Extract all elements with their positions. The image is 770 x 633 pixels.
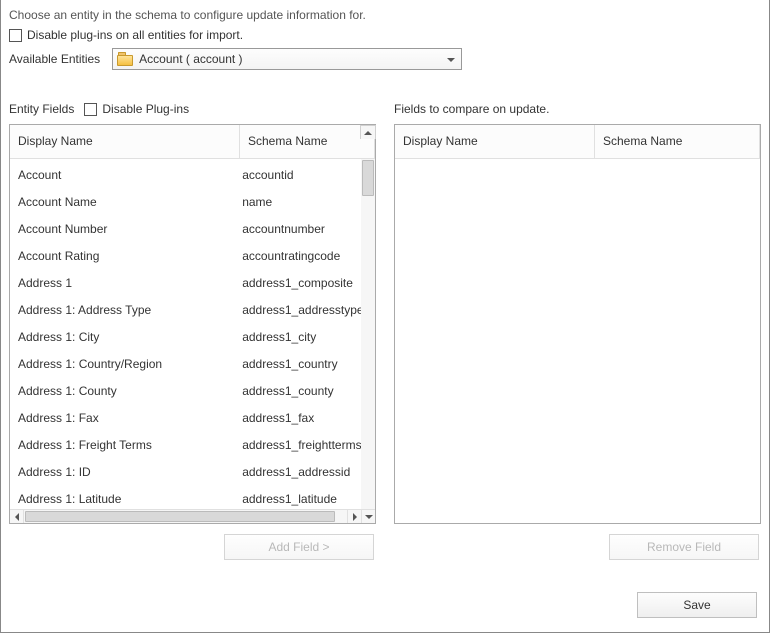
disable-plugins-checkbox[interactable]	[84, 103, 97, 116]
table-row[interactable]: Address 1: Countyaddress1_county	[10, 377, 361, 404]
cell-schema-name: address1_fax	[234, 411, 361, 425]
table-row[interactable]: Accountaccountid	[10, 161, 361, 188]
cell-schema-name: address1_freighttermscod	[234, 438, 361, 452]
remove-field-row: Remove Field	[394, 524, 761, 560]
disable-all-label: Disable plug-ins on all entities for imp…	[27, 28, 243, 42]
table-row[interactable]: Address 1: IDaddress1_addressid	[10, 458, 361, 485]
table-row[interactable]: Address 1: Country/Regionaddress1_countr…	[10, 350, 361, 377]
cell-schema-name: address1_addresstypecod	[234, 303, 361, 317]
table-row[interactable]: Account Numberaccountnumber	[10, 215, 361, 242]
left-header-row: Entity Fields Disable Plug-ins	[9, 100, 376, 118]
cell-schema-name: address1_country	[234, 357, 361, 371]
scroll-up-button[interactable]	[360, 125, 376, 139]
compare-fields-title: Fields to compare on update.	[394, 102, 549, 116]
right-grid-body	[395, 159, 760, 523]
hscroll-right-button[interactable]	[347, 510, 361, 523]
cell-display-name: Address 1: County	[10, 384, 234, 398]
dropdown-selected-text: Account ( account )	[139, 52, 457, 66]
cell-schema-name: name	[234, 195, 361, 209]
cell-schema-name: address1_composite	[234, 276, 361, 290]
compare-fields-column: Fields to compare on update. Display Nam…	[394, 100, 761, 560]
vertical-scrollbar-thumb[interactable]	[362, 160, 374, 196]
cell-display-name: Address 1: Address Type	[10, 303, 234, 317]
table-row[interactable]: Account Ratingaccountratingcode	[10, 242, 361, 269]
cell-display-name: Account Rating	[10, 249, 234, 263]
cell-display-name: Account Number	[10, 222, 234, 236]
hscroll-dropdown-toggle[interactable]	[361, 510, 375, 523]
cell-display-name: Address 1: Country/Region	[10, 357, 234, 371]
available-entities-label: Available Entities	[9, 52, 100, 66]
chevron-down-icon	[447, 58, 455, 62]
table-row[interactable]: Address 1address1_composite	[10, 269, 361, 296]
cell-display-name: Address 1: Fax	[10, 411, 234, 425]
schema-update-panel: Choose an entity in the schema to config…	[0, 0, 770, 633]
left-grid-body: AccountaccountidAccount NamenameAccount …	[10, 159, 375, 509]
cell-display-name: Account	[10, 168, 234, 182]
right-header-row: Fields to compare on update.	[394, 100, 761, 118]
cell-display-name: Account Name	[10, 195, 234, 209]
right-grid-header: Display Name Schema Name	[395, 125, 760, 159]
available-entities-dropdown[interactable]: Account ( account )	[112, 48, 462, 70]
cell-schema-name: address1_latitude	[234, 492, 361, 506]
entity-fields-grid: Display Name Schema Name Accountaccounti…	[9, 124, 376, 524]
cell-schema-name: address1_addressid	[234, 465, 361, 479]
disable-plugins-label: Disable Plug-ins	[102, 102, 189, 116]
available-entities-row: Available Entities Account ( account )	[9, 48, 761, 70]
disable-all-checkbox[interactable]	[9, 29, 22, 42]
cell-display-name: Address 1: Latitude	[10, 492, 234, 506]
add-field-row: Add Field >	[9, 524, 376, 560]
remove-field-button[interactable]: Remove Field	[609, 534, 759, 560]
cell-schema-name: address1_city	[234, 330, 361, 344]
table-row[interactable]: Address 1: Address Typeaddress1_addresst…	[10, 296, 361, 323]
save-button[interactable]: Save	[637, 592, 757, 618]
columns: Entity Fields Disable Plug-ins Display N…	[9, 100, 761, 560]
folder-icon	[117, 52, 133, 66]
horizontal-scrollbar	[10, 509, 375, 523]
vertical-scrollbar-track[interactable]	[361, 159, 375, 509]
cell-display-name: Address 1	[10, 276, 234, 290]
table-row[interactable]: Address 1: Cityaddress1_city	[10, 323, 361, 350]
left-grid-header: Display Name Schema Name	[10, 125, 375, 159]
left-header-schema-name[interactable]: Schema Name	[240, 125, 375, 158]
cell-display-name: Address 1: ID	[10, 465, 234, 479]
instruction-text: Choose an entity in the schema to config…	[9, 8, 761, 22]
disable-all-row: Disable plug-ins on all entities for imp…	[9, 28, 761, 42]
cell-schema-name: accountratingcode	[234, 249, 361, 263]
hscroll-left-button[interactable]	[10, 510, 24, 523]
cell-schema-name: accountnumber	[234, 222, 361, 236]
cell-schema-name: accountid	[234, 168, 361, 182]
table-row[interactable]: Address 1: Latitudeaddress1_latitude	[10, 485, 361, 509]
cell-schema-name: address1_county	[234, 384, 361, 398]
right-header-schema-name[interactable]: Schema Name	[595, 125, 760, 158]
left-header-display-name[interactable]: Display Name	[10, 125, 240, 158]
table-row[interactable]: Address 1: Faxaddress1_fax	[10, 404, 361, 431]
hscroll-thumb[interactable]	[25, 511, 335, 522]
entity-fields-title: Entity Fields	[9, 102, 74, 116]
table-row[interactable]: Account Namename	[10, 188, 361, 215]
add-field-button[interactable]: Add Field >	[224, 534, 374, 560]
cell-display-name: Address 1: City	[10, 330, 234, 344]
entity-fields-column: Entity Fields Disable Plug-ins Display N…	[9, 100, 376, 560]
right-header-display-name[interactable]: Display Name	[395, 125, 595, 158]
hscroll-track[interactable]	[24, 510, 347, 523]
cell-display-name: Address 1: Freight Terms	[10, 438, 234, 452]
table-row[interactable]: Address 1: Freight Termsaddress1_freight…	[10, 431, 361, 458]
compare-fields-grid: Display Name Schema Name	[394, 124, 761, 524]
